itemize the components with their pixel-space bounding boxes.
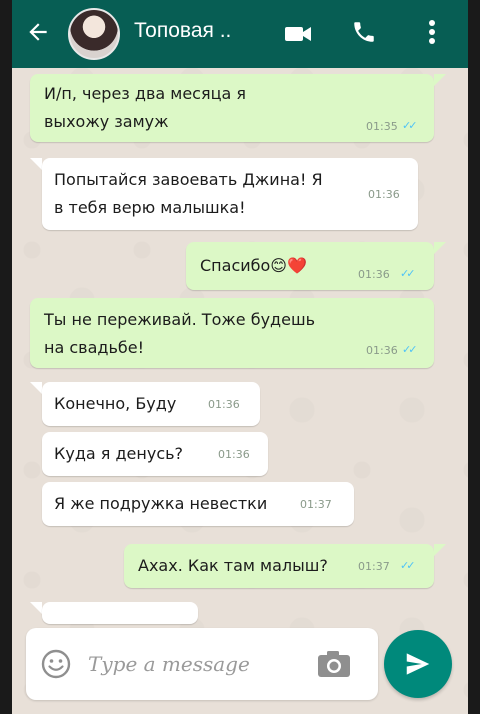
video-call-button[interactable] <box>280 16 316 52</box>
camera-button[interactable] <box>314 646 354 682</box>
message-input[interactable] <box>88 646 298 682</box>
chat-header: Топовая .. <box>12 0 468 68</box>
message-time: 01:36 <box>368 188 400 201</box>
message-bubble-incoming[interactable]: Конечно, Буду 01:36 <box>42 382 260 426</box>
read-ticks-icon: ✓✓ <box>402 343 418 356</box>
message-time: 01:36 <box>218 448 250 461</box>
more-vertical-icon <box>429 20 435 44</box>
message-bubble-incoming-partial[interactable] <box>42 602 198 624</box>
more-options-button[interactable] <box>418 14 446 50</box>
message-time: 01:35 <box>366 120 398 133</box>
bubble-tail <box>30 158 42 170</box>
back-button[interactable] <box>20 14 56 50</box>
smiley-icon <box>41 649 71 679</box>
read-ticks-icon: ✓✓ <box>402 119 418 132</box>
message-bubble-incoming[interactable]: Куда я денусь? 01:36 <box>42 432 268 476</box>
send-button[interactable] <box>384 630 452 698</box>
emoji-button[interactable] <box>38 646 74 682</box>
send-icon <box>406 653 430 675</box>
message-bubble-outgoing[interactable]: Ты не переживай. Тоже будешь на свадьбе!… <box>30 298 434 368</box>
video-camera-icon <box>285 27 311 41</box>
phone-icon <box>354 22 374 42</box>
left-letterbox <box>0 0 12 714</box>
right-letterbox <box>468 0 480 714</box>
voice-call-button[interactable] <box>346 14 382 50</box>
arrow-left-icon <box>29 23 47 41</box>
read-ticks-icon: ✓✓ <box>400 267 416 280</box>
bubble-tail <box>434 242 446 254</box>
bubble-tail <box>434 74 446 86</box>
message-text: Я же подружка невестки <box>54 494 268 513</box>
bubble-tail <box>30 382 42 394</box>
message-bubble-outgoing[interactable]: И/п, через два месяца я выхожу замуж 01:… <box>30 74 434 142</box>
message-text: Конечно, Буду <box>54 394 177 413</box>
message-text: Ты не переживай. Тоже будешь на свадьбе! <box>44 310 316 357</box>
camera-icon <box>318 651 350 677</box>
message-time: 01:36 <box>208 398 240 411</box>
message-bubble-incoming[interactable]: Попытайся завоевать Джина! Я в тебя верю… <box>42 158 418 230</box>
chat-screen: Топовая .. И/п, через два месяца я выхож… <box>12 0 468 714</box>
bubble-tail <box>434 544 446 556</box>
message-text: Попытайся завоевать Джина! Я в тебя верю… <box>54 170 323 217</box>
message-time: 01:36 <box>358 268 390 281</box>
message-text: Ахах. Как там малыш? <box>138 556 328 575</box>
bubble-tail <box>30 602 42 614</box>
contact-avatar[interactable] <box>68 8 120 60</box>
message-bubble-outgoing[interactable]: Ахах. Как там малыш? 01:37 ✓✓ <box>124 544 434 588</box>
message-bubble-outgoing[interactable]: Спасибо😊❤️ 01:36 ✓✓ <box>186 242 434 290</box>
contact-name[interactable]: Топовая .. <box>134 19 231 43</box>
message-bubble-incoming[interactable]: Я же подружка невестки 01:37 <box>42 482 354 526</box>
message-text: Куда я денусь? <box>54 444 184 463</box>
message-time: 01:37 <box>358 560 390 573</box>
message-text: Спасибо😊❤️ <box>200 256 307 275</box>
message-time: 01:37 <box>300 498 332 511</box>
message-time: 01:36 <box>366 344 398 357</box>
read-ticks-icon: ✓✓ <box>400 559 416 572</box>
message-text: И/п, через два месяца я выхожу замуж <box>44 84 247 131</box>
